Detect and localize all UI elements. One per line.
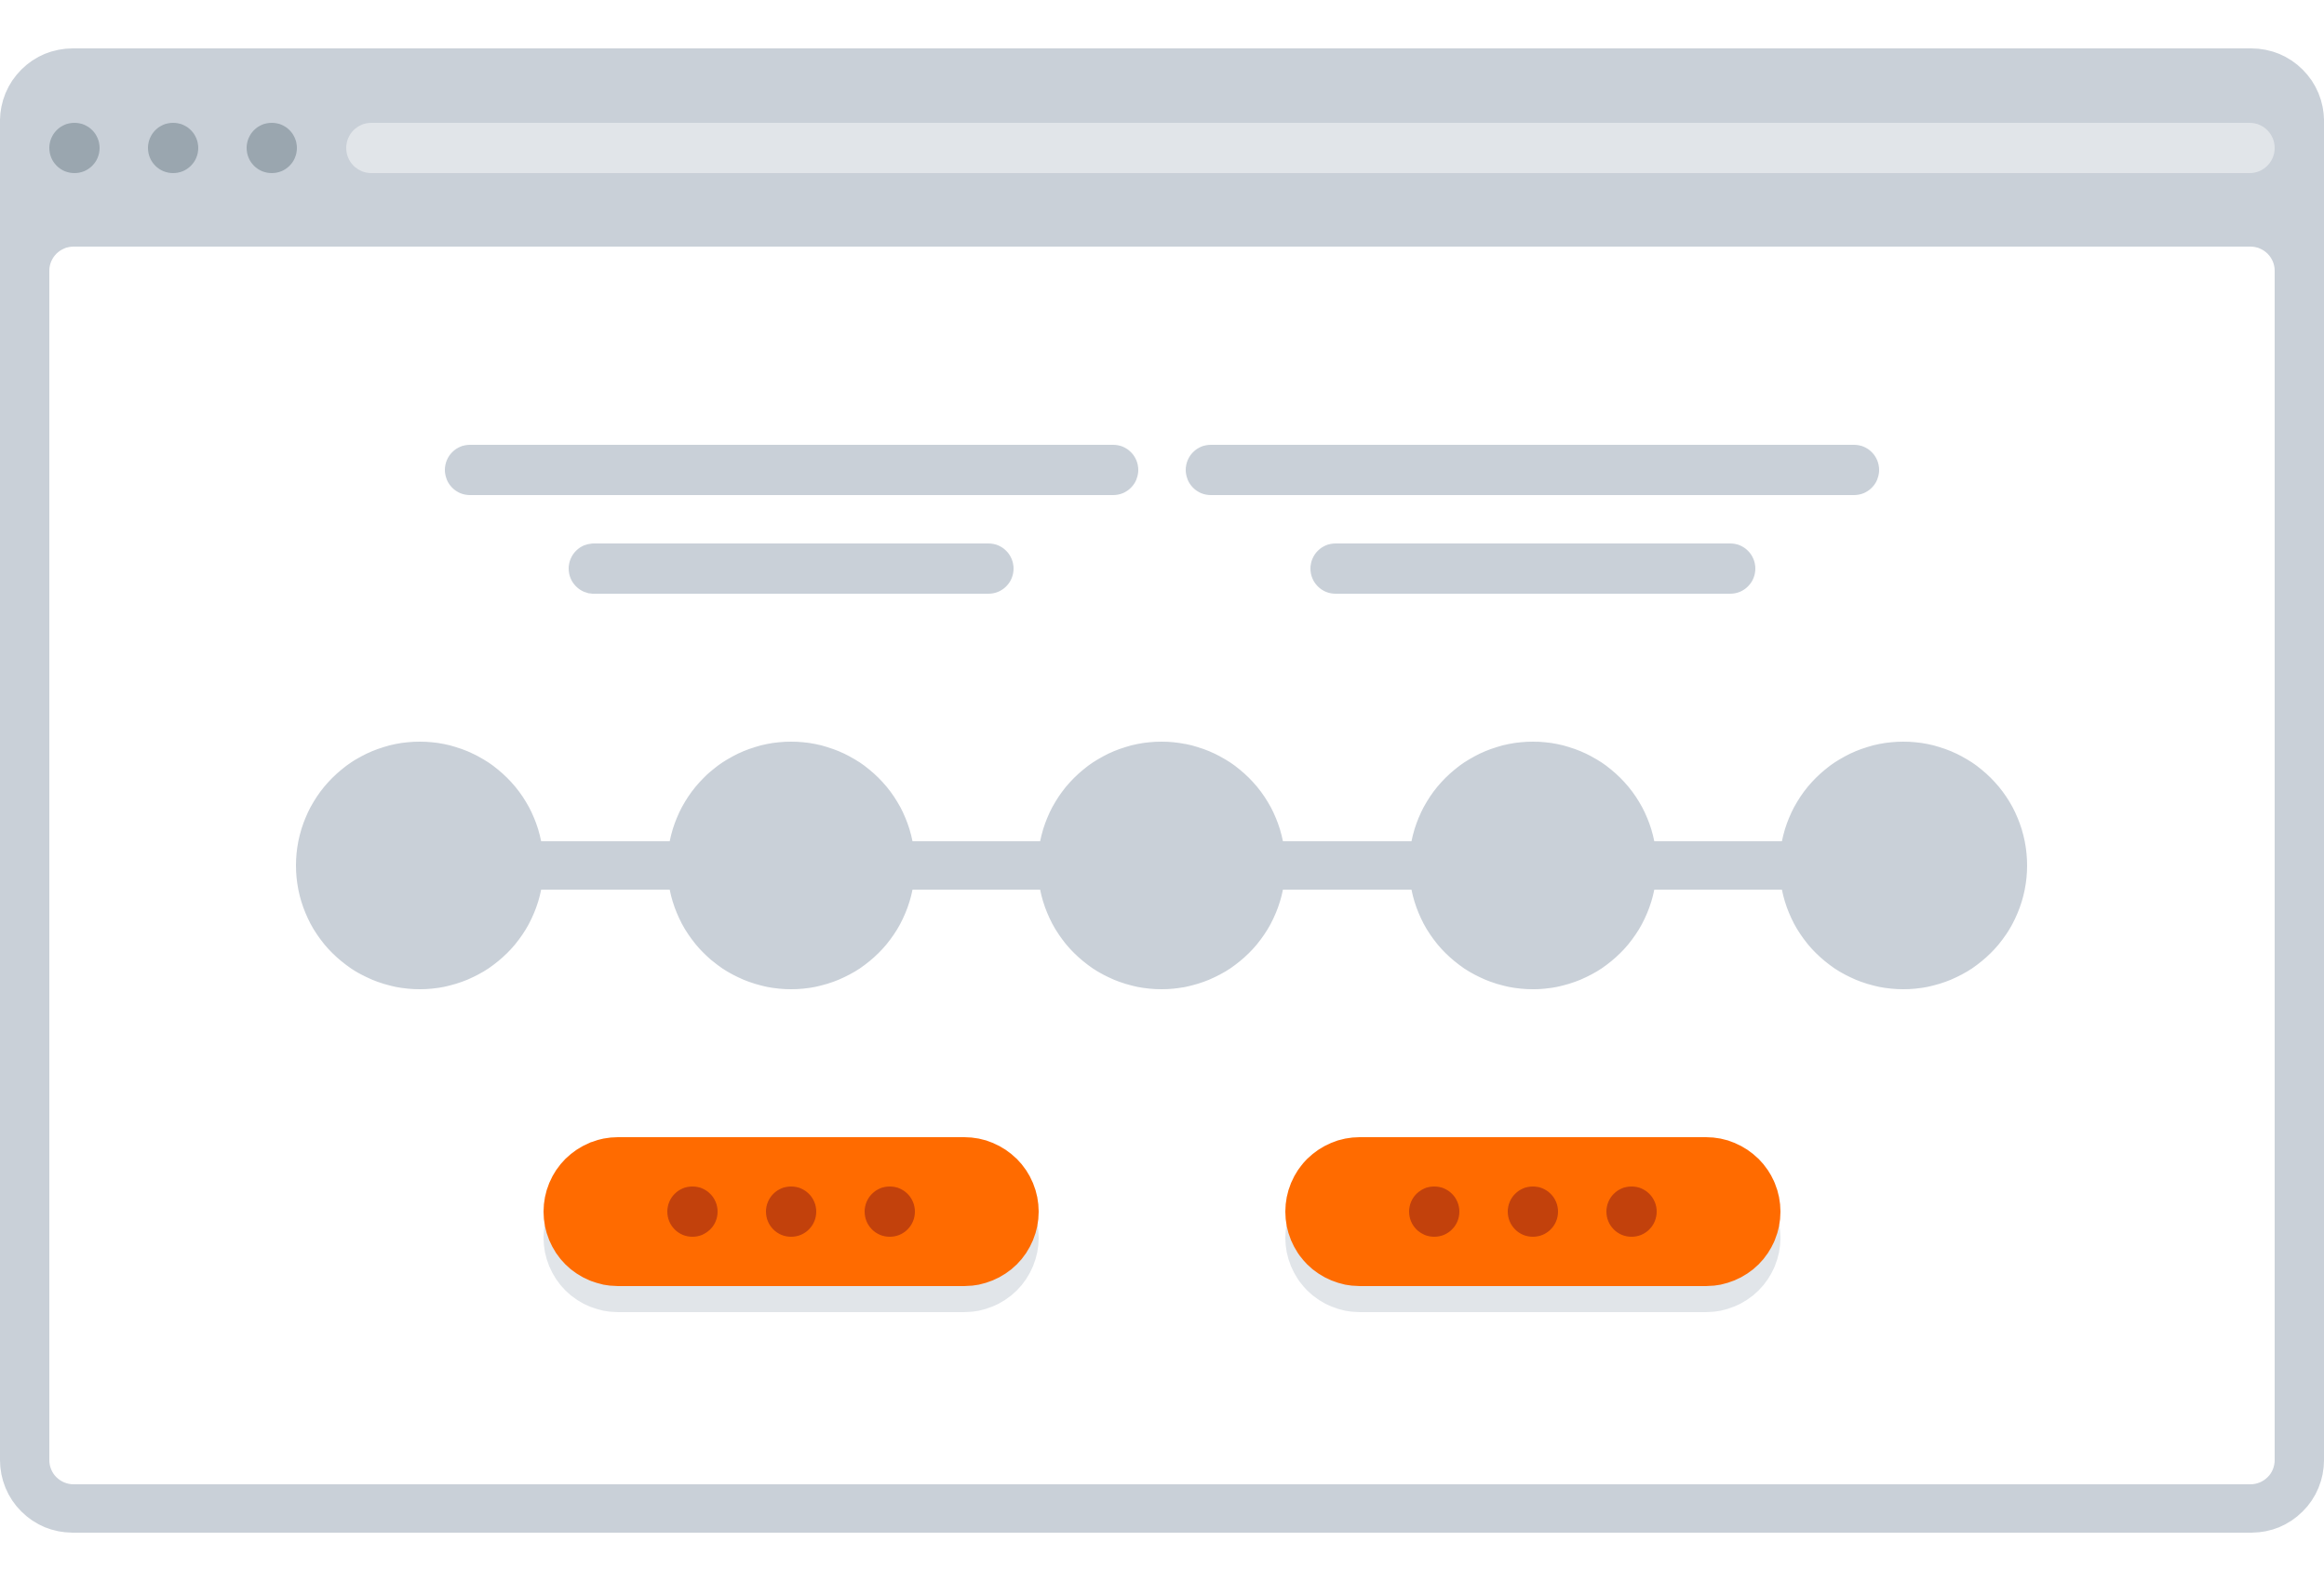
more-dots-icon xyxy=(667,1186,915,1237)
step-5[interactable] xyxy=(1780,742,2027,989)
close-dot[interactable] xyxy=(49,123,100,173)
step-3[interactable] xyxy=(1038,742,1285,989)
placeholder-line-left-top xyxy=(445,445,1138,495)
placeholder-line-left-bottom xyxy=(569,543,1014,594)
more-button-left[interactable] xyxy=(544,1137,1039,1312)
browser-illustration xyxy=(0,0,2324,1582)
more-dots-icon xyxy=(1409,1186,1657,1237)
minimize-dot[interactable] xyxy=(148,123,198,173)
more-button-right[interactable] xyxy=(1285,1137,1780,1312)
browser-window-mockup xyxy=(0,48,2324,1533)
maximize-dot[interactable] xyxy=(247,123,297,173)
step-2[interactable] xyxy=(667,742,915,989)
step-4[interactable] xyxy=(1409,742,1657,989)
placeholder-line-right-bottom xyxy=(1310,543,1755,594)
placeholder-line-right-top xyxy=(1186,445,1879,495)
address-bar[interactable] xyxy=(346,123,2275,173)
step-1[interactable] xyxy=(296,742,544,989)
